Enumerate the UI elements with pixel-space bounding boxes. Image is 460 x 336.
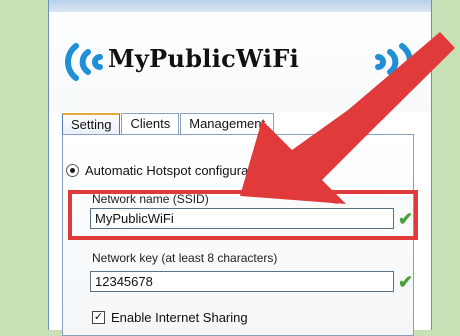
red-arrow-annotation: [240, 32, 455, 204]
